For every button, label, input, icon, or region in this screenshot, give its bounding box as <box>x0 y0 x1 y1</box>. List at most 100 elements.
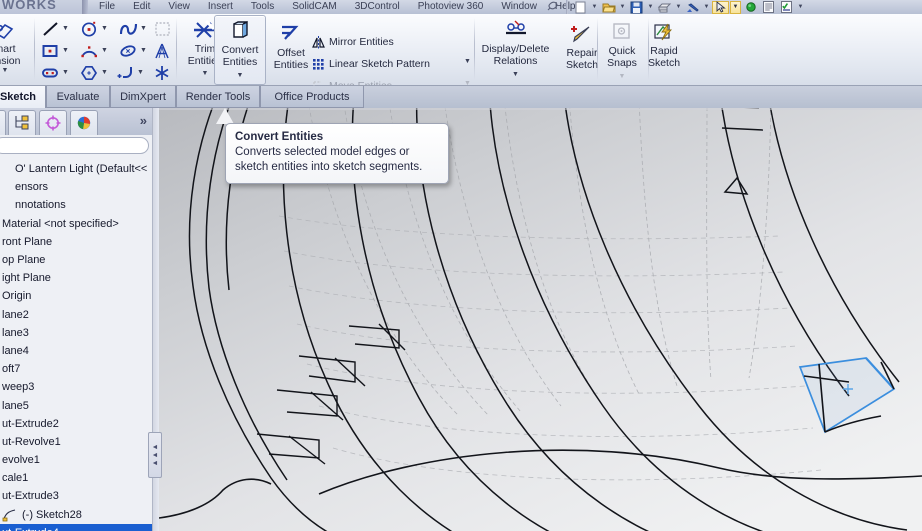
undo-icon[interactable] <box>684 1 701 14</box>
menu-item-view[interactable]: View <box>159 0 199 14</box>
save-dropdown-arrow[interactable]: ▼ <box>646 1 655 14</box>
open-document-icon[interactable] <box>600 1 617 14</box>
rapid-sketch-button[interactable]: Rapid Sketch <box>638 20 690 69</box>
select-dropdown-arrow[interactable]: ▼ <box>730 0 741 14</box>
trim-entities-dropdown-arrow[interactable]: ▼ <box>202 70 209 78</box>
rectangle-icon <box>40 41 62 61</box>
arc-dropdown-arrow[interactable]: ▼ <box>101 47 108 55</box>
menu-item-insert[interactable]: Insert <box>199 0 242 14</box>
tree-item-cut-extrude4[interactable]: ut-Extrude4 <box>0 523 152 531</box>
tree-item-cut-revolve1[interactable]: ut-Revolve1 <box>0 433 152 451</box>
settings-dropdown-arrow[interactable]: ▼ <box>796 1 805 14</box>
rectangle-tool[interactable]: ▼ <box>40 41 69 61</box>
tree-item-sketch28[interactable]: (-) Sketch28 <box>0 506 152 524</box>
tree-item-label: ut-Revolve1 <box>2 435 61 448</box>
tab-sketch[interactable]: Sketch <box>0 86 46 109</box>
rectangle-dropdown-arrow[interactable]: ▼ <box>62 47 69 55</box>
save-icon[interactable] <box>628 1 645 14</box>
tab-evaluate[interactable]: Evaluate <box>46 86 110 108</box>
options-list-icon[interactable] <box>760 1 777 14</box>
select-icon[interactable] <box>712 0 729 14</box>
tree-item-front-plane[interactable]: ront Plane <box>0 233 152 251</box>
tree-item-plane5[interactable]: lane5 <box>0 396 152 414</box>
tree-item-annotations[interactable]: nnotations <box>0 196 152 214</box>
circle-dropdown-arrow[interactable]: ▼ <box>101 25 108 33</box>
menu-item-solidcam[interactable]: SolidCAM <box>283 0 345 14</box>
settings-icon[interactable] <box>778 1 795 14</box>
search-input[interactable] <box>0 137 149 154</box>
quick-snaps-dropdown-arrow[interactable]: ▼ <box>619 73 626 81</box>
tree-item-sensors[interactable]: ensors <box>0 178 152 196</box>
tree-item-top-plane[interactable]: op Plane <box>0 251 152 269</box>
tree-item-cut-extrude2[interactable]: ut-Extrude2 <box>0 415 152 433</box>
display-delete-relations-button[interactable]: Display/Delete Relations ▼ <box>474 18 557 79</box>
repair-sketch-label-1: Repair <box>566 47 598 59</box>
display-delete-relations-label-1: Display/Delete <box>481 43 550 55</box>
print-dropdown-arrow[interactable]: ▼ <box>674 1 683 14</box>
new-document-icon[interactable] <box>572 1 589 14</box>
tree-item-label: nnotations <box>15 199 66 212</box>
configuration-manager-tab[interactable] <box>39 110 67 135</box>
polygon-dropdown-arrow[interactable]: ▼ <box>101 69 108 77</box>
mirror-entities-button[interactable]: Mirror Entities <box>310 34 394 50</box>
undo-dropdown-arrow[interactable]: ▼ <box>702 1 711 14</box>
tree-item-loft7[interactable]: oft7 <box>0 360 152 378</box>
tree-item-origin[interactable]: Origin <box>0 287 152 305</box>
line-dropdown-arrow[interactable]: ▼ <box>62 25 69 33</box>
tree-item-plane3[interactable]: lane3 <box>0 324 152 342</box>
pushpin-icon[interactable] <box>545 0 561 14</box>
tree-item-revolve1[interactable]: evolve1 <box>0 451 152 469</box>
ellipse-tool[interactable]: ▼ <box>118 41 147 61</box>
open-document-dropdown-arrow[interactable]: ▼ <box>618 1 627 14</box>
convert-entities-dropdown-arrow[interactable]: ▼ <box>237 72 244 80</box>
display-manager-tab[interactable] <box>70 110 98 135</box>
print-icon[interactable] <box>656 1 673 14</box>
ellipse-dropdown-arrow[interactable]: ▼ <box>140 47 147 55</box>
property-manager-tab[interactable] <box>8 110 36 135</box>
menu-item-photoview360[interactable]: Photoview 360 <box>409 0 493 14</box>
point-tool[interactable] <box>152 63 174 83</box>
rebuild-icon[interactable] <box>742 1 759 14</box>
menu-item-file[interactable]: File <box>90 0 124 14</box>
new-document-dropdown-arrow[interactable]: ▼ <box>590 1 599 14</box>
menu-item-3dcontrol[interactable]: 3DControl <box>346 0 409 14</box>
line-tool[interactable]: ▼ <box>40 19 69 39</box>
spline-dropdown-arrow[interactable]: ▼ <box>140 25 147 33</box>
panel-resize-grip[interactable]: ◄ ◄ ◄ <box>148 432 162 478</box>
arc-tool[interactable]: ▼ <box>79 41 108 61</box>
smart-dimension-button[interactable]: mart ension ▼ <box>0 18 34 75</box>
tree-item-cut-extrude3[interactable]: ut-Extrude3 <box>0 487 152 505</box>
menu-item-tools[interactable]: Tools <box>242 0 283 14</box>
menu-item-window[interactable]: Window <box>492 0 546 14</box>
tab-dimxpert[interactable]: DimXpert <box>110 86 176 108</box>
expand-panel-chevrons[interactable]: » <box>140 113 147 128</box>
tree-item-plane4[interactable]: lane4 <box>0 342 152 360</box>
convert-entities-button[interactable]: Convert Entities ▼ <box>214 15 266 85</box>
sketch-text-tool[interactable] <box>152 41 174 61</box>
linear-sketch-pattern-dropdown-arrow[interactable]: ▼ <box>464 58 471 66</box>
circle-tool[interactable]: ▼ <box>79 19 108 39</box>
sketch-fillet-tool[interactable]: ▼ <box>115 63 144 83</box>
smart-dimension-dropdown-arrow[interactable]: ▼ <box>2 67 9 75</box>
feature-manager-tab-bar: » <box>0 108 152 135</box>
tree-item-label: ut-Extrude4 <box>2 527 59 531</box>
tree-item-label: Material <not specified> <box>2 217 119 230</box>
slot-tool[interactable]: ▼ <box>40 63 69 83</box>
tree-item-material[interactable]: Material <not specified> <box>0 215 152 233</box>
tree-item-scale1[interactable]: cale1 <box>0 469 152 487</box>
tree-item-sweep3[interactable]: weep3 <box>0 378 152 396</box>
menu-item-edit[interactable]: Edit <box>124 0 159 14</box>
tab-render-tools[interactable]: Render Tools <box>176 86 260 108</box>
spline-tool[interactable]: ▼ <box>118 19 147 39</box>
convert-entities-label-1: Convert <box>221 44 259 56</box>
slot-dropdown-arrow[interactable]: ▼ <box>62 69 69 77</box>
tree-item-plane2[interactable]: lane2 <box>0 306 152 324</box>
feature-manager-tab[interactable] <box>0 110 6 135</box>
tree-item-right-plane[interactable]: ight Plane <box>0 269 152 287</box>
sketch-fillet-dropdown-arrow[interactable]: ▼ <box>137 69 144 77</box>
tree-item-part[interactable]: O' Lantern Light (Default<< <box>0 160 152 178</box>
linear-sketch-pattern-button[interactable]: Linear Sketch Pattern <box>310 56 430 72</box>
polygon-tool[interactable]: ▼ <box>79 63 108 83</box>
display-delete-relations-dropdown-arrow[interactable]: ▼ <box>512 71 519 79</box>
tab-office-products[interactable]: Office Products <box>260 86 364 108</box>
